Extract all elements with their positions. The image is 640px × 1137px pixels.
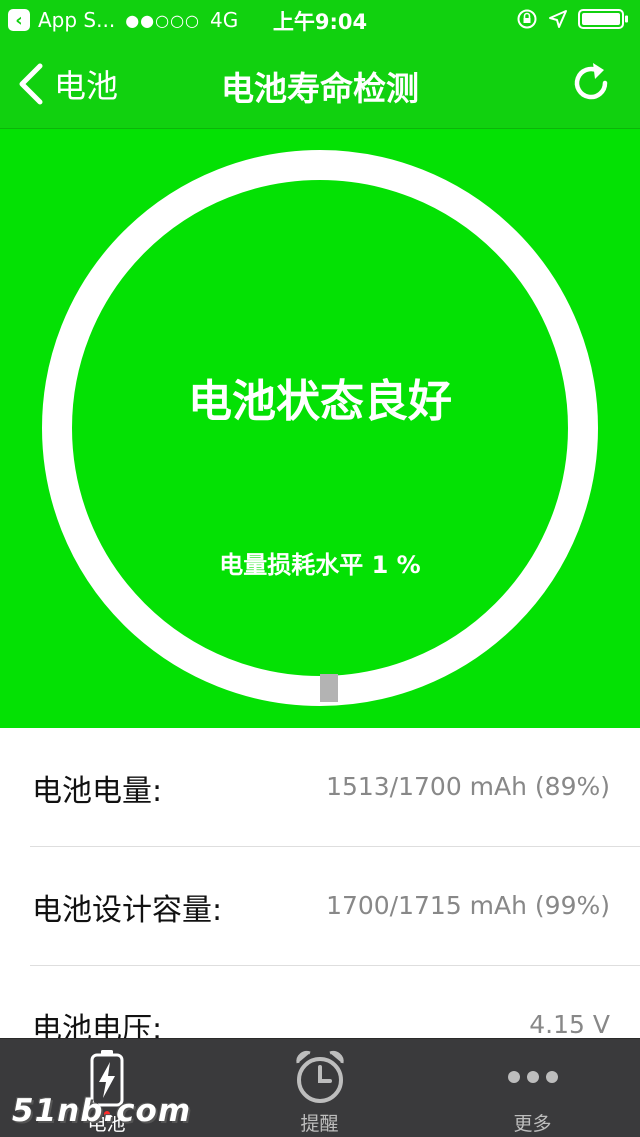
chevron-left-icon bbox=[19, 63, 43, 105]
battery-health-panel: 电池状态良好 电量损耗水平 1 % bbox=[0, 129, 640, 728]
tab-more[interactable]: 更多 bbox=[426, 1039, 639, 1137]
row-value: 1513/1700 mAh (89%) bbox=[326, 772, 610, 801]
nav-bar: 电池 电池寿命检测 bbox=[0, 40, 640, 129]
row-label: 电池设计容量: bbox=[32, 893, 223, 928]
battery-info-list: 电池电量: 1513/1700 mAh (89%) 电池设计容量: 1700/1… bbox=[0, 728, 640, 1038]
more-dots-icon bbox=[507, 1071, 558, 1083]
row-value: 1700/1715 mAh (99%) bbox=[326, 891, 610, 920]
row-label: 电池电压: bbox=[32, 1012, 163, 1038]
status-right bbox=[506, 8, 630, 30]
orientation-lock-icon bbox=[517, 9, 537, 29]
watermark-text: 51nb.com bbox=[12, 1093, 192, 1129]
back-button-label: 电池 bbox=[54, 67, 119, 105]
battery-loss-level: 电量损耗水平 1 % bbox=[219, 551, 421, 579]
tab-reminder[interactable]: 提醒 bbox=[213, 1039, 426, 1137]
location-arrow-icon bbox=[549, 10, 567, 28]
tab-label: 提醒 bbox=[300, 1113, 339, 1135]
list-item: 电池电量: 1513/1700 mAh (89%) bbox=[0, 728, 640, 847]
back-button[interactable]: 电池 bbox=[16, 60, 118, 108]
status-bar: ‹ App S... ●●○○○ 4G 上午9:04 bbox=[0, 0, 640, 40]
list-item: 电池设计容量: 1700/1715 mAh (99%) bbox=[0, 847, 640, 966]
battery-status-icon bbox=[578, 9, 628, 29]
refresh-icon[interactable] bbox=[568, 60, 614, 106]
alarm-clock-icon bbox=[295, 1050, 344, 1103]
ring-loss-marker bbox=[320, 674, 338, 702]
tab-label: 更多 bbox=[513, 1113, 552, 1135]
row-value: 4.15 V bbox=[529, 1010, 610, 1038]
row-label: 电池电量: bbox=[32, 774, 163, 809]
list-item: 电池电压: 4.15 V bbox=[0, 966, 640, 1038]
battery-status-text: 电池状态良好 bbox=[188, 376, 452, 427]
